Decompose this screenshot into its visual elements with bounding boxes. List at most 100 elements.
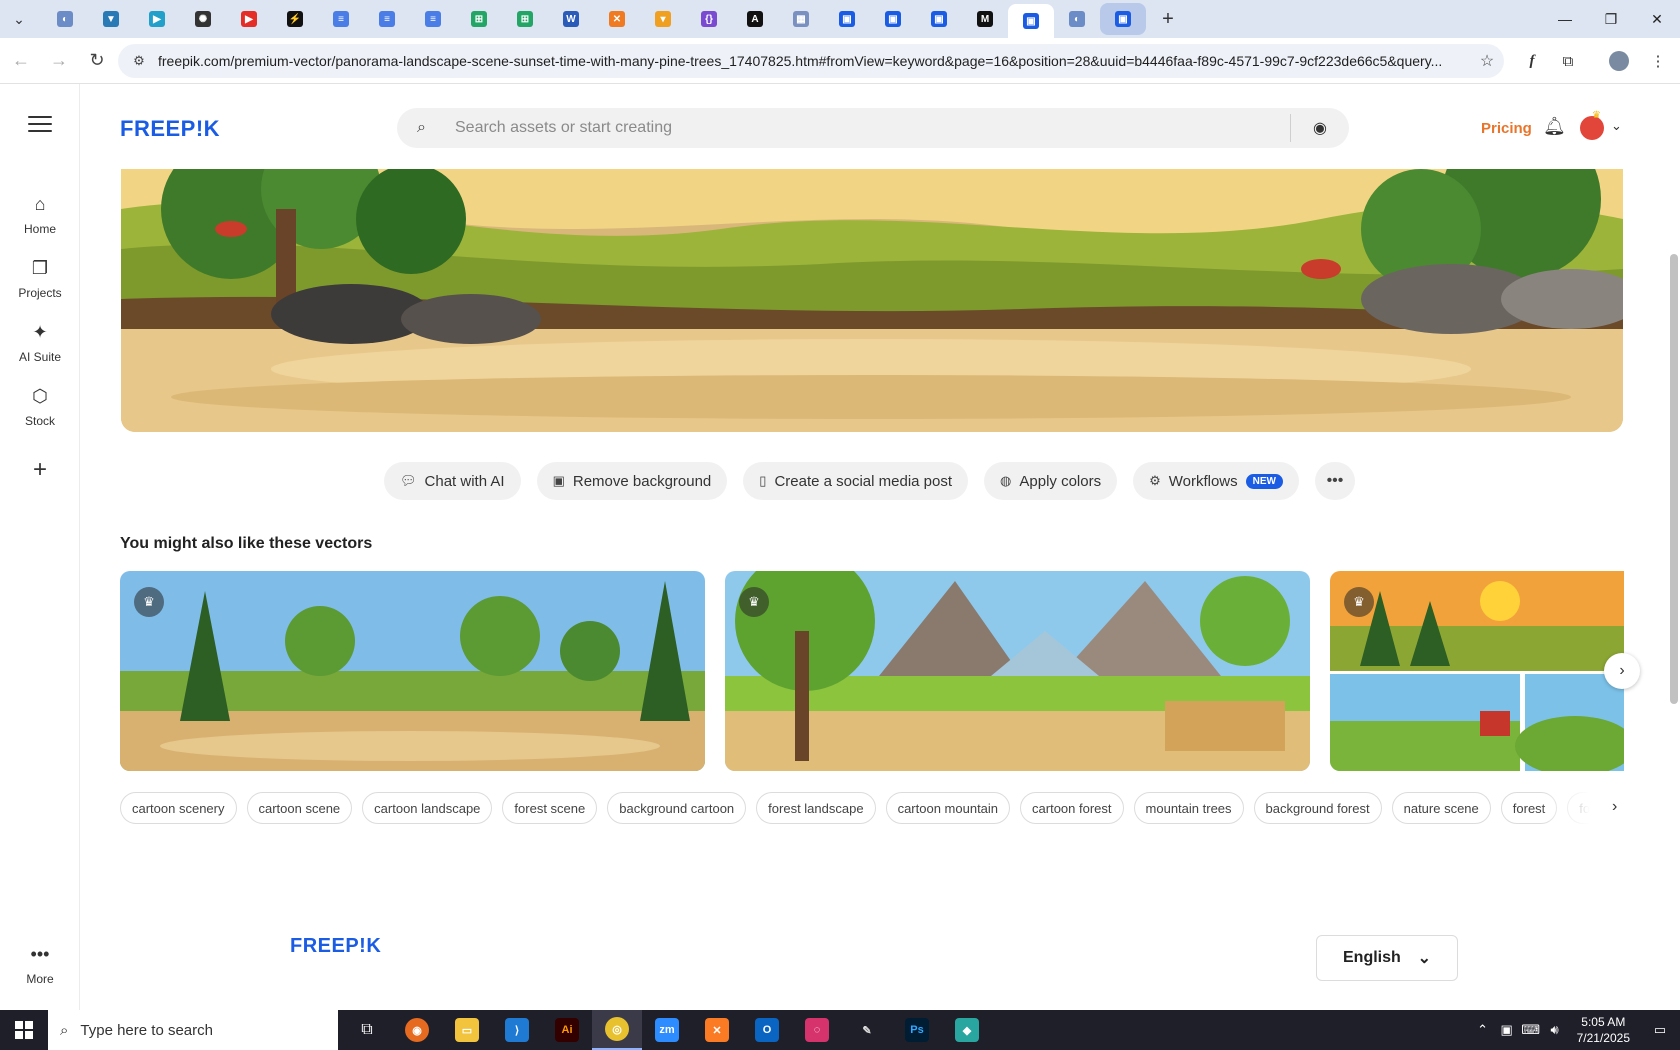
- notification-center-icon[interactable]: ▭: [1640, 1022, 1680, 1038]
- back-button[interactable]: ←: [4, 44, 38, 78]
- browser-tab[interactable]: ▶: [134, 3, 180, 35]
- bookmark-star-icon[interactable]: ☆: [1470, 51, 1504, 71]
- browser-tab[interactable]: ▣: [1008, 4, 1054, 38]
- browser-tab[interactable]: ◐: [1054, 3, 1100, 35]
- restore-button[interactable]: ❐: [1588, 0, 1634, 38]
- xampp-taskbar-icon[interactable]: ✕: [692, 1010, 742, 1050]
- camera-search-icon[interactable]: ◉: [1291, 118, 1349, 138]
- browser-tab[interactable]: ⊞: [456, 3, 502, 35]
- browser-tab[interactable]: ✺: [180, 3, 226, 35]
- browser-tab[interactable]: ▣: [1100, 3, 1146, 35]
- close-window-button[interactable]: ✕: [1634, 0, 1680, 38]
- file-explorer-taskbar-icon[interactable]: ▭: [442, 1010, 492, 1050]
- chat-with-ai-button[interactable]: 💬︎ Chat with AI: [384, 462, 521, 500]
- sidebar-item-ai-suite[interactable]: ✦ AI Suite: [0, 322, 80, 364]
- browser-tab[interactable]: ▼: [88, 3, 134, 35]
- browser-tab[interactable]: ▦: [778, 3, 824, 35]
- tag-chip[interactable]: cartoon scenery: [120, 792, 237, 824]
- tag-chip[interactable]: background forest: [1253, 792, 1382, 824]
- app-taskbar-icon[interactable]: ◆: [942, 1010, 992, 1050]
- chevron-down-icon[interactable]: ⌄: [1611, 118, 1622, 134]
- page-scrollbar[interactable]: [1668, 84, 1680, 1010]
- creative-cloud-taskbar-icon[interactable]: ◌: [792, 1010, 842, 1050]
- notifications-bell-icon[interactable]: 🔔︎: [1543, 116, 1566, 137]
- profile-avatar[interactable]: [1604, 46, 1634, 76]
- taskbar-search-box[interactable]: ⌕ Type here to search: [48, 1010, 338, 1050]
- forward-button[interactable]: →: [42, 44, 76, 78]
- browser-tab[interactable]: ▣: [916, 3, 962, 35]
- sidebar-item-home[interactable]: ⌂ Home: [0, 194, 80, 236]
- tag-chip[interactable]: forest landscape: [756, 792, 876, 824]
- browser-tab[interactable]: W: [548, 3, 594, 35]
- hamburger-menu-icon[interactable]: [28, 116, 52, 134]
- url-text[interactable]: freepik.com/premium-vector/panorama-land…: [158, 53, 1470, 69]
- tag-chip[interactable]: cartoon forest: [1020, 792, 1124, 824]
- browser-tab[interactable]: ◐: [42, 3, 88, 35]
- volume-icon[interactable]: 🔊︎: [1543, 1022, 1567, 1038]
- carousel-next-button[interactable]: ›: [1604, 653, 1640, 689]
- pen-tool-taskbar-icon[interactable]: ✎: [842, 1010, 892, 1050]
- related-thumbnail[interactable]: ♛: [1330, 571, 1624, 771]
- task-view-icon[interactable]: ⧉: [342, 1010, 392, 1050]
- remove-background-button[interactable]: ▣ Remove background: [536, 462, 728, 500]
- taskbar-clock[interactable]: 5:05 AM 7/21/2025: [1577, 1014, 1630, 1046]
- scrollbar-thumb[interactable]: [1670, 254, 1678, 704]
- search-input[interactable]: [455, 110, 1290, 146]
- user-avatar[interactable]: ♛: [1580, 110, 1604, 140]
- related-thumbnail[interactable]: ♛: [725, 571, 1310, 771]
- workflows-button[interactable]: ⚙ Workflows NEW: [1133, 462, 1299, 500]
- browser-tab[interactable]: ▶: [226, 3, 272, 35]
- minimize-button[interactable]: —: [1542, 0, 1588, 38]
- tag-chip[interactable]: cartoon landscape: [362, 792, 493, 824]
- tags-next-arrow-icon[interactable]: ›: [1612, 798, 1617, 816]
- browser-menu-icon[interactable]: ⋮: [1643, 46, 1673, 76]
- freepik-logo[interactable]: FREEP!K: [120, 116, 220, 142]
- outlook-taskbar-icon[interactable]: O: [742, 1010, 792, 1050]
- tag-chip[interactable]: forest scene: [502, 792, 598, 824]
- browser-tab[interactable]: ▣: [870, 3, 916, 35]
- browser-tab[interactable]: {}: [686, 3, 732, 35]
- create-social-post-button[interactable]: ▯ Create a social media post: [743, 462, 969, 500]
- address-bar[interactable]: ⚙ freepik.com/premium-vector/panorama-la…: [118, 44, 1504, 78]
- sidebar-item-stock[interactable]: ⬡ Stock: [0, 386, 80, 428]
- browser-tab[interactable]: ⊞: [502, 3, 548, 35]
- photoshop-taskbar-icon[interactable]: Ps: [892, 1010, 942, 1050]
- vscode-taskbar-icon[interactable]: ⟩: [492, 1010, 542, 1050]
- footer-freepik-logo[interactable]: FREEP!K: [290, 935, 381, 958]
- more-actions-button[interactable]: •••: [1314, 462, 1355, 500]
- chrome-taskbar-icon[interactable]: ◎: [592, 1010, 642, 1050]
- security-icon[interactable]: ▣: [1495, 1022, 1519, 1038]
- browser-tab[interactable]: ✕: [594, 3, 640, 35]
- browser-tab[interactable]: ▣: [824, 3, 870, 35]
- firefox-taskbar-icon[interactable]: ◉: [392, 1010, 442, 1050]
- tag-chip[interactable]: background cartoon: [607, 792, 747, 824]
- apply-colors-button[interactable]: ◍ Apply colors: [984, 462, 1118, 500]
- reload-button[interactable]: ↻: [80, 44, 114, 78]
- browser-tab[interactable]: M: [962, 3, 1008, 35]
- site-info-icon[interactable]: ⚙: [124, 53, 154, 69]
- language-selector[interactable]: English ⌄: [1316, 935, 1458, 981]
- browser-tab[interactable]: ≡: [410, 3, 456, 35]
- add-button[interactable]: +: [22, 452, 58, 488]
- pricing-link[interactable]: Pricing: [1481, 120, 1532, 137]
- extensions-puzzle-icon[interactable]: ⧉: [1553, 46, 1583, 76]
- illustrator-taskbar-icon[interactable]: Ai: [542, 1010, 592, 1050]
- browser-tab[interactable]: ▾: [640, 3, 686, 35]
- font-extension-icon[interactable]: f: [1517, 46, 1547, 76]
- browser-tab[interactable]: ⚡: [272, 3, 318, 35]
- tag-chip[interactable]: cartoon scene: [246, 792, 353, 824]
- tag-chip[interactable]: nature scene: [1391, 792, 1491, 824]
- sidebar-item-more[interactable]: ••• More: [0, 944, 80, 986]
- windows-start-button[interactable]: [0, 1010, 48, 1050]
- browser-tab[interactable]: ≡: [364, 3, 410, 35]
- tag-chip[interactable]: mountain trees: [1133, 792, 1244, 824]
- browser-tab[interactable]: A: [732, 3, 778, 35]
- chevron-up-icon[interactable]: ⌃: [1471, 1022, 1495, 1038]
- tab-search-button[interactable]: ⌄: [4, 4, 34, 34]
- sidebar-item-projects[interactable]: ❐ Projects: [0, 258, 80, 300]
- network-icon[interactable]: ⌨: [1519, 1022, 1543, 1038]
- related-thumbnail[interactable]: ♛: [120, 571, 705, 771]
- browser-tab[interactable]: ≡: [318, 3, 364, 35]
- new-tab-button[interactable]: +: [1154, 5, 1182, 33]
- tag-chip[interactable]: cartoon mountain: [885, 792, 1011, 824]
